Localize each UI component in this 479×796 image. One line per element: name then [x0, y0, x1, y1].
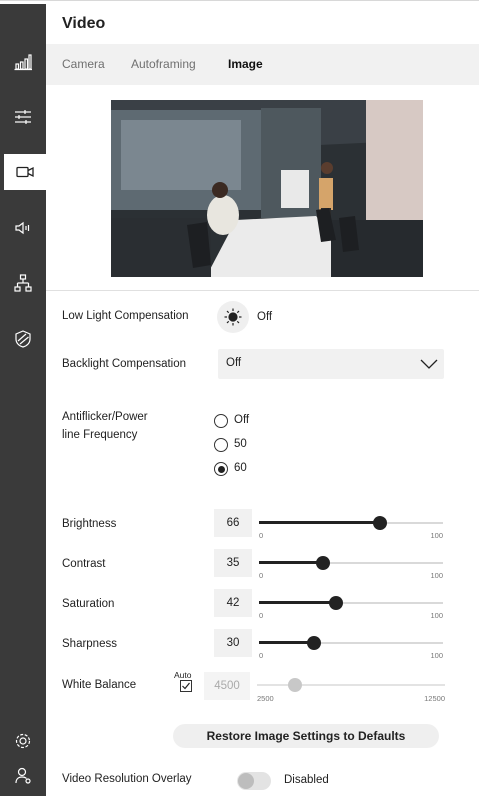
page-title: Video	[62, 15, 106, 32]
tab-image[interactable]: Image	[228, 57, 263, 71]
section-divider	[46, 290, 479, 291]
antiflicker-label-line2: line Frequency	[62, 429, 138, 441]
sharpness-label: Sharpness	[62, 638, 117, 650]
sliders-icon	[15, 110, 31, 124]
sidebar-item-settings-sliders[interactable]	[0, 99, 46, 135]
brightness-label: Brightness	[62, 518, 117, 530]
white-balance-slider: 2500 12500	[257, 674, 445, 703]
backlight-label: Backlight Compensation	[62, 358, 187, 370]
contrast-slider[interactable]: 0 100	[259, 551, 443, 580]
radio-label-60: 60	[234, 462, 247, 474]
slider-max-label: 100	[430, 611, 443, 620]
slider-min-label: 0	[259, 651, 264, 660]
slider-fill	[259, 561, 323, 564]
sidebar	[0, 4, 46, 796]
brightness-slider[interactable]: 0 100	[259, 511, 443, 540]
sharpness-value-input[interactable]: 30	[214, 629, 252, 657]
sidebar-item-video[interactable]	[4, 154, 46, 190]
slider-max-label: 100	[430, 651, 443, 660]
saturation-value-input[interactable]: 42	[214, 589, 252, 617]
brightness-value-input[interactable]: 66	[214, 509, 252, 537]
slider-min-label: 2500	[257, 694, 274, 703]
slider-track	[257, 684, 445, 686]
slider-handle[interactable]	[307, 636, 321, 650]
speaker-icon	[15, 221, 30, 235]
saturation-slider[interactable]: 0 100	[259, 591, 443, 620]
camera-preview	[111, 100, 423, 277]
user-icon	[15, 767, 31, 784]
white-balance-value-input: 4500	[204, 672, 250, 700]
slider-fill	[259, 641, 314, 644]
white-balance-label: White Balance	[62, 679, 137, 691]
tab-bar: Camera Autoframing Image	[46, 44, 479, 85]
slider-handle[interactable]	[329, 596, 343, 610]
slider-handle	[288, 678, 302, 692]
overlay-toggle[interactable]	[237, 772, 271, 790]
radio-antiflicker-60[interactable]	[214, 462, 228, 476]
antiflicker-label-line1: Antiflicker/Power	[62, 411, 148, 423]
radio-label-off: Off	[234, 414, 250, 426]
restore-defaults-button[interactable]: Restore Image Settings to Defaults	[173, 724, 439, 748]
main-panel: Video Camera Autoframing Image Low Light…	[46, 4, 479, 796]
backlight-select-value: Off	[226, 357, 242, 369]
low-light-toggle-button[interactable]	[217, 301, 249, 333]
sun-icon	[224, 308, 242, 326]
sidebar-item-network[interactable]	[0, 265, 46, 301]
video-camera-icon	[16, 166, 34, 178]
tab-autoframing[interactable]: Autoframing	[131, 57, 196, 71]
sidebar-item-security[interactable]	[0, 321, 46, 357]
toggle-knob	[238, 773, 254, 789]
sidebar-item-system-settings[interactable]	[0, 723, 46, 759]
white-balance-auto-checkbox[interactable]	[180, 680, 192, 692]
network-icon	[14, 274, 32, 292]
contrast-label: Contrast	[62, 558, 106, 570]
contrast-value-input[interactable]: 35	[214, 549, 252, 577]
shield-icon	[15, 330, 31, 348]
overlay-label: Video Resolution Overlay	[62, 773, 192, 785]
overlay-state: Disabled	[284, 774, 329, 786]
sharpness-slider[interactable]: 0 100	[259, 631, 443, 660]
low-light-label: Low Light Compensation	[62, 310, 189, 322]
slider-handle[interactable]	[316, 556, 330, 570]
checkmark-icon	[182, 682, 190, 690]
sidebar-item-account[interactable]	[0, 758, 46, 794]
slider-fill	[259, 521, 380, 524]
slider-max-label: 12500	[424, 694, 445, 703]
sidebar-item-stats[interactable]	[0, 44, 46, 80]
slider-min-label: 0	[259, 611, 264, 620]
bar-chart-icon	[14, 54, 32, 71]
tab-camera[interactable]: Camera	[62, 57, 105, 71]
white-balance-auto-label: Auto	[174, 670, 192, 680]
sidebar-item-audio[interactable]	[0, 210, 46, 246]
slider-min-label: 0	[259, 531, 264, 540]
slider-fill	[259, 601, 336, 604]
radio-label-50: 50	[234, 438, 247, 450]
slider-max-label: 100	[430, 571, 443, 580]
chevron-down-icon	[420, 359, 438, 369]
slider-min-label: 0	[259, 571, 264, 580]
backlight-select[interactable]: Off	[218, 349, 444, 379]
radio-antiflicker-off[interactable]	[214, 414, 228, 428]
slider-handle[interactable]	[373, 516, 387, 530]
saturation-label: Saturation	[62, 598, 115, 610]
radio-antiflicker-50[interactable]	[214, 438, 228, 452]
slider-max-label: 100	[430, 531, 443, 540]
low-light-value: Off	[257, 311, 273, 323]
gear-icon	[15, 733, 31, 749]
